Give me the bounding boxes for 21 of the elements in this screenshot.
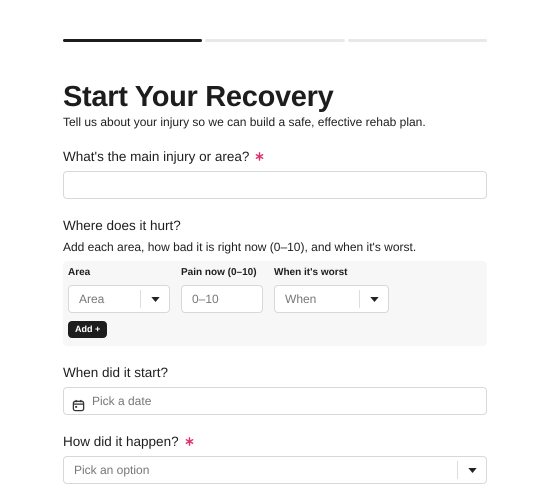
field-label: When did it start?: [63, 364, 168, 380]
field-label: How did it happen?: [63, 434, 179, 448]
help-text: Add each area, how bad it is right now (0–10), and when it's worst.: [63, 239, 418, 255]
caret-icon: [151, 296, 160, 302]
caret-icon: [370, 296, 379, 302]
column-label: Area: [68, 267, 92, 279]
number-field[interactable]: 0–10: [181, 285, 263, 313]
select-field[interactable]: Pick an option: [63, 456, 487, 484]
page-title: Start Your Recovery: [63, 80, 334, 114]
page-subtitle: Tell us about your injury so we can build a safe, effective rehab plan.: [63, 114, 427, 130]
select-field[interactable]: When: [274, 285, 389, 313]
add-button[interactable]: Add +: [68, 321, 108, 338]
field-label: What's the main injury or area?: [63, 148, 250, 164]
column-label: Pain now (0–10): [181, 267, 258, 279]
date-field[interactable]: Pick a date: [63, 387, 487, 415]
column-label: When it's worst: [274, 267, 348, 279]
caret-icon: [468, 468, 477, 472]
calendar-icon: [72, 399, 85, 412]
text-field[interactable]: [63, 171, 487, 199]
select-field[interactable]: Area: [68, 285, 170, 313]
field-label: Where does it hurt?: [63, 218, 181, 232]
